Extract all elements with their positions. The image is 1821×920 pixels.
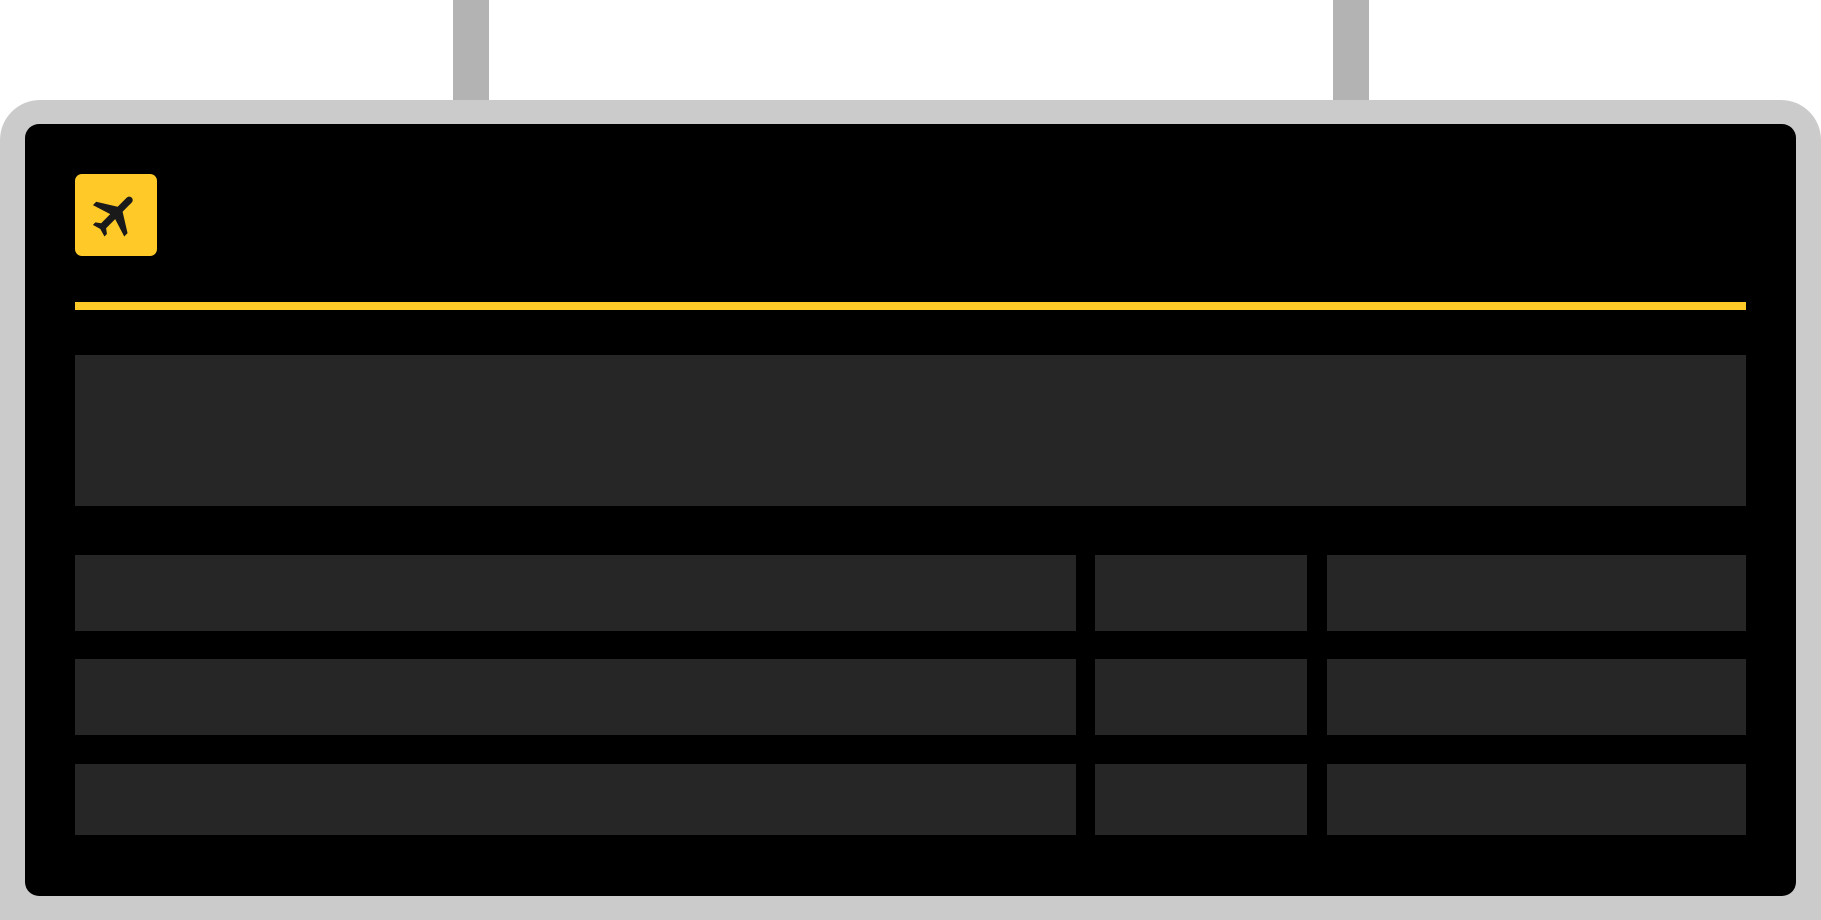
- status-cell: [1327, 659, 1746, 735]
- destination-cell: [75, 659, 1076, 735]
- left-hanger-bar: [453, 0, 489, 101]
- flight-row: [75, 555, 1746, 631]
- time-cell: [1095, 764, 1307, 835]
- time-cell: [1095, 555, 1307, 631]
- accent-divider: [75, 302, 1746, 310]
- flight-row: [75, 659, 1746, 735]
- flight-row: [75, 764, 1746, 835]
- destination-cell: [75, 764, 1076, 835]
- headline-panel: [75, 355, 1746, 506]
- right-hanger-bar: [1333, 0, 1369, 101]
- airplane-logo-tile: [75, 174, 157, 256]
- status-cell: [1327, 764, 1746, 835]
- time-cell: [1095, 659, 1307, 735]
- airplane-icon: [92, 196, 133, 237]
- status-cell: [1327, 555, 1746, 631]
- destination-cell: [75, 555, 1076, 631]
